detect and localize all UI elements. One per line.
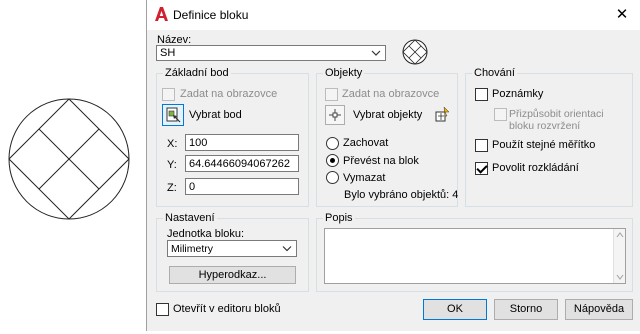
block-preview-icon [402,39,428,65]
open-in-editor-checkbox[interactable] [156,303,169,316]
objects-specify-checkbox[interactable] [325,88,338,101]
block-unit-label: Jednotka bloku: [167,228,245,240]
delete-label: Vymazat [343,172,386,184]
retain-label: Zachovat [343,137,389,149]
annotative-label: Poznámky [492,88,544,100]
delete-radio[interactable] [326,171,339,184]
annotative-checkbox[interactable] [475,88,488,101]
cancel-button[interactable]: Storno [494,299,558,320]
title-bar: Definice bloku ✕ [147,0,640,30]
match-orientation-label: Přizpůsobit orientaci bloku rozvržení [509,108,604,132]
select-objects-label: Vybrat objekty [353,109,423,121]
block-unit-value: Milimetry [171,243,213,255]
behavior-title: Chování [472,67,517,79]
name-value: SH [160,47,176,59]
retain-radio[interactable] [326,137,339,150]
chevron-down-icon [282,246,292,252]
autocad-logo-icon [155,7,168,21]
settings-title: Nastavení [163,212,217,224]
drawing-canvas[interactable] [0,0,150,331]
objects-title: Objekty [323,67,365,79]
x-label: X: [167,138,178,150]
dialog-title: Definice bloku [173,8,249,22]
z-label: Z: [167,182,177,194]
chevron-down-icon [371,50,381,56]
help-button[interactable]: Nápověda [565,299,633,320]
description-title: Popis [323,212,355,224]
base-specify-checkbox[interactable] [162,88,175,101]
y-input[interactable]: 64.64466094067262 [185,155,299,172]
allow-exploding-label: Povolit rozkládání [492,162,579,174]
block-definition-dialog: Definice bloku ✕ Název: SH Základní bod … [146,0,640,331]
scroll-up-icon[interactable] [616,232,624,238]
block-unit-select[interactable]: Milimetry [167,240,297,257]
ok-button[interactable]: OK [423,299,487,320]
pick-point-icon [166,107,181,123]
z-input[interactable]: 0 [185,178,299,195]
y-label: Y: [167,159,177,171]
pick-point-label: Vybrat bod [189,109,242,121]
x-input[interactable]: 100 [185,134,299,151]
convert-radio[interactable] [326,154,339,167]
close-icon[interactable]: ✕ [609,3,635,27]
block-geometry [8,98,130,220]
hyperlink-button[interactable]: Hyperodkaz... [169,266,296,284]
selection-status: Bylo vybráno objektů: 4 [344,189,459,201]
allow-exploding-checkbox[interactable] [475,162,488,175]
match-orientation-checkbox[interactable] [494,108,507,121]
base-point-title: Základní bod [163,67,231,79]
description-scrollbar[interactable] [613,229,625,283]
pick-point-button[interactable] [162,104,184,126]
quick-select-icon [435,106,450,122]
description-textarea[interactable] [324,228,626,284]
uniform-scale-checkbox[interactable] [475,139,488,152]
select-objects-button[interactable] [325,105,345,125]
uniform-scale-label: Použít stejné měřítko [492,139,596,151]
scroll-down-icon[interactable] [616,274,624,280]
name-combobox[interactable]: SH [156,45,386,61]
quick-select-button[interactable] [432,105,452,125]
objects-specify-label: Zadat na obrazovce [342,88,440,100]
convert-label: Převést na blok [343,155,419,167]
open-in-editor-label: Otevřít v editoru bloků [173,303,281,315]
select-objects-icon [329,109,341,121]
base-specify-label: Zadat na obrazovce [180,88,278,100]
